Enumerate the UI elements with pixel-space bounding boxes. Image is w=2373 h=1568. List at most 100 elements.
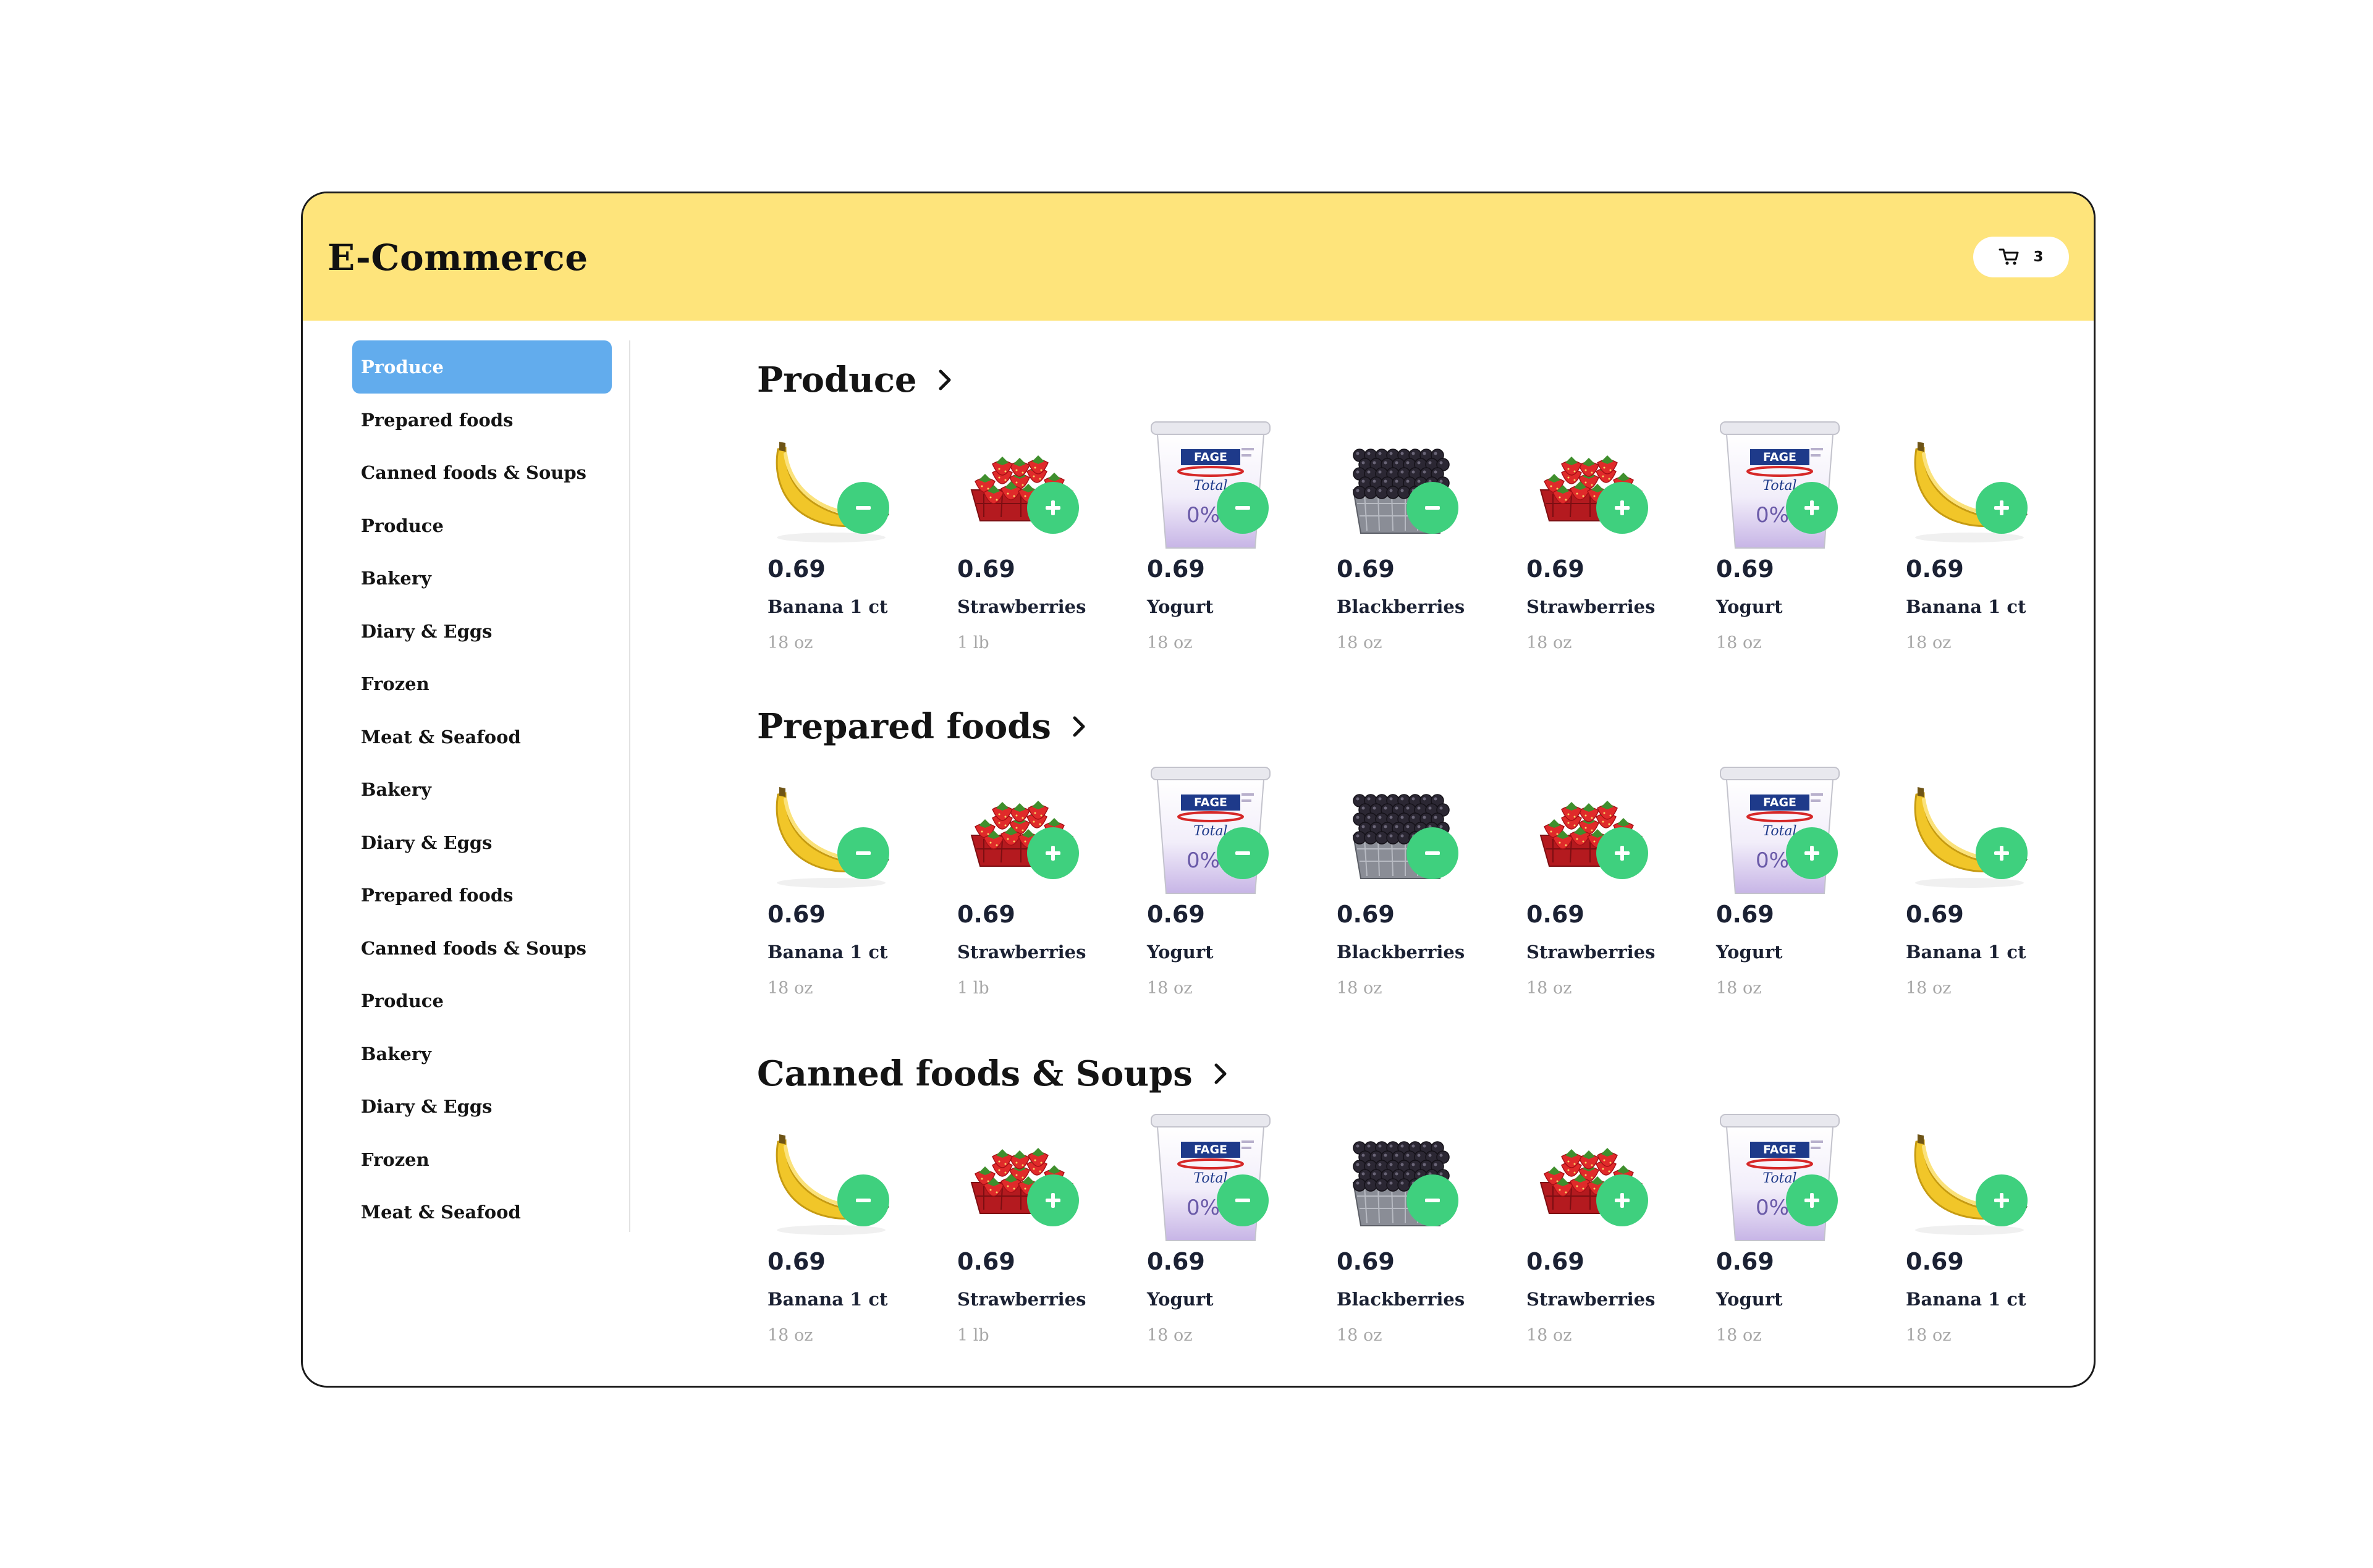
product-card[interactable]: 0.69 Strawberries 18 oz	[1516, 1110, 1677, 1357]
svg-text:FAGE: FAGE	[1763, 1143, 1796, 1157]
product-size: 18 oz	[1906, 979, 1952, 998]
remove-from-cart-button[interactable]	[837, 827, 889, 879]
plus-icon	[1804, 500, 1819, 515]
add-to-cart-button[interactable]	[1786, 1174, 1838, 1226]
sidebar-item-label: Diary & Eggs	[361, 620, 493, 642]
sidebar-item[interactable]: Canned foods & Soups	[352, 922, 612, 975]
remove-from-cart-button[interactable]	[1217, 827, 1269, 879]
sidebar-item[interactable]: Produce	[352, 974, 612, 1027]
sidebar-item[interactable]: Diary & Eggs	[352, 816, 612, 869]
sidebar-item[interactable]: Diary & Eggs	[352, 605, 612, 658]
sidebar-item[interactable]: Meat & Seafood	[352, 710, 612, 764]
remove-from-cart-button[interactable]	[837, 482, 889, 534]
add-to-cart-button[interactable]	[1976, 827, 2028, 879]
remove-from-cart-button[interactable]	[1217, 482, 1269, 534]
product-card[interactable]: FAGE Total 0% 0.69 Yogurt 18 oz	[1706, 417, 1866, 664]
product-price: 0.69	[957, 555, 1015, 583]
sidebar-item-label: Produce	[361, 515, 444, 536]
sidebar-item[interactable]: Produce	[352, 499, 612, 552]
sidebar-item[interactable]: Meat & Seafood	[352, 1186, 612, 1239]
svg-text:0%: 0%	[1756, 503, 1789, 528]
product-price: 0.69	[768, 901, 826, 928]
minus-icon	[856, 506, 871, 510]
chevron-right-icon	[1214, 1063, 1227, 1084]
add-to-cart-button[interactable]	[1786, 827, 1838, 879]
product-card[interactable]: 0.69 Banana 1 ct 18 oz	[757, 762, 918, 1010]
product-name: Blackberries	[1337, 596, 1465, 617]
section-title[interactable]: Prepared foods	[757, 702, 1086, 751]
chevron-right-icon	[1073, 716, 1085, 737]
remove-from-cart-button[interactable]	[837, 1174, 889, 1226]
sidebar-item[interactable]: Bakery	[352, 552, 612, 605]
add-to-cart-button[interactable]	[1976, 1174, 2028, 1226]
product-card[interactable]: 0.69 Banana 1 ct 18 oz	[757, 1110, 918, 1357]
sidebar-item[interactable]: Bakery	[352, 1027, 612, 1081]
sidebar-item[interactable]: Produce	[352, 340, 612, 394]
add-to-cart-button[interactable]	[1027, 1174, 1079, 1226]
add-to-cart-button[interactable]	[1596, 482, 1648, 534]
product-image-banana	[757, 762, 905, 900]
product-image-banana	[757, 417, 905, 554]
sidebar-item[interactable]: Diary & Eggs	[352, 1080, 612, 1133]
product-card[interactable]: FAGE Total 0% 0.69 Yogurt 18 oz	[1136, 762, 1297, 1010]
category-sidebar: Produce Prepared foods Canned foods & Soup…	[328, 340, 630, 1232]
product-name: Strawberries	[957, 1289, 1086, 1310]
product-image-strawberries	[947, 762, 1095, 900]
minus-icon	[1235, 1199, 1250, 1202]
product-card[interactable]: 0.69 Blackberries 18 oz	[1326, 1110, 1487, 1357]
add-to-cart-button[interactable]	[1027, 827, 1079, 879]
product-price: 0.69	[768, 1248, 826, 1275]
product-name: Yogurt	[1147, 1289, 1214, 1310]
svg-text:0%: 0%	[1756, 848, 1789, 873]
cart-button[interactable]: 3	[1973, 237, 2069, 277]
remove-from-cart-button[interactable]	[1406, 827, 1458, 879]
sidebar-item[interactable]: Bakery	[352, 763, 612, 816]
sidebar-item-label: Frozen	[361, 1149, 429, 1170]
section-title[interactable]: Produce	[757, 355, 952, 405]
product-card[interactable]: 0.69 Strawberries 1 lb	[947, 417, 1107, 664]
sidebar-item-label: Bakery	[361, 779, 431, 800]
product-card[interactable]: FAGE Total 0% 0.69 Yogurt 18 oz	[1136, 1110, 1297, 1357]
cart-icon	[1999, 248, 2019, 265]
product-card[interactable]: 0.69 Strawberries 18 oz	[1516, 762, 1677, 1010]
add-to-cart-button[interactable]	[1976, 482, 2028, 534]
sidebar-item[interactable]: Frozen	[352, 657, 612, 710]
product-card[interactable]: 0.69 Strawberries 1 lb	[947, 762, 1107, 1010]
add-to-cart-button[interactable]	[1596, 1174, 1648, 1226]
sidebar-item[interactable]: Canned foods & Soups	[352, 446, 612, 499]
product-card[interactable]: 0.69 Blackberries 18 oz	[1326, 762, 1487, 1010]
product-card[interactable]: 0.69 Banana 1 ct 18 oz	[1895, 1110, 2056, 1357]
add-to-cart-button[interactable]	[1027, 482, 1079, 534]
product-card[interactable]: FAGE Total 0% 0.69 Yogurt 18 oz	[1706, 762, 1866, 1010]
product-name: Banana 1 ct	[768, 1289, 888, 1310]
product-card[interactable]: 0.69 Blackberries 18 oz	[1326, 417, 1487, 664]
section-title[interactable]: Canned foods & Soups	[757, 1049, 1227, 1098]
product-card[interactable]: FAGE Total 0% 0.69 Yogurt 18 oz	[1136, 417, 1297, 664]
plus-icon	[1804, 1193, 1819, 1208]
sidebar-item[interactable]: Prepared foods	[352, 394, 612, 447]
plus-icon	[1046, 500, 1060, 515]
svg-text:FAGE: FAGE	[1763, 450, 1796, 464]
remove-from-cart-button[interactable]	[1406, 482, 1458, 534]
product-card[interactable]: 0.69 Banana 1 ct 18 oz	[757, 417, 918, 664]
product-card[interactable]: 0.69 Strawberries 18 oz	[1516, 417, 1677, 664]
section-title-label: Produce	[757, 360, 917, 400]
product-name: Strawberries	[957, 942, 1086, 963]
plus-icon	[1046, 1193, 1060, 1208]
product-size: 18 oz	[768, 979, 813, 998]
product-image-yogurt: FAGE Total 0%	[1136, 762, 1285, 900]
plus-icon	[1615, 1193, 1630, 1208]
product-price: 0.69	[957, 901, 1015, 928]
sidebar-item[interactable]: Frozen	[352, 1133, 612, 1186]
product-image-yogurt: FAGE Total 0%	[1136, 417, 1285, 554]
product-card[interactable]: 0.69 Strawberries 1 lb	[947, 1110, 1107, 1357]
add-to-cart-button[interactable]	[1786, 482, 1838, 534]
remove-from-cart-button[interactable]	[1406, 1174, 1458, 1226]
product-price: 0.69	[1147, 901, 1205, 928]
product-card[interactable]: 0.69 Banana 1 ct 18 oz	[1895, 417, 2056, 664]
product-card[interactable]: 0.69 Banana 1 ct 18 oz	[1895, 762, 2056, 1010]
add-to-cart-button[interactable]	[1596, 827, 1648, 879]
product-card[interactable]: FAGE Total 0% 0.69 Yogurt 18 oz	[1706, 1110, 1866, 1357]
sidebar-item[interactable]: Prepared foods	[352, 869, 612, 922]
remove-from-cart-button[interactable]	[1217, 1174, 1269, 1226]
